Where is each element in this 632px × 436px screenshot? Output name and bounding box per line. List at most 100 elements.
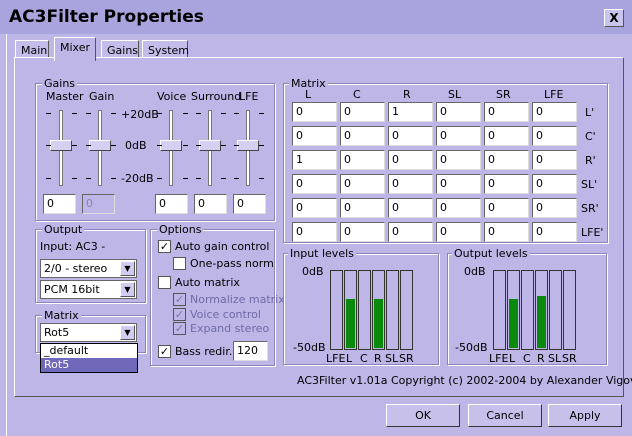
auto-matrix-label: Auto matrix	[175, 276, 240, 289]
tick	[111, 113, 116, 114]
matrix-cell[interactable]: 0	[532, 198, 577, 218]
matrix-cell[interactable]: 0	[292, 126, 337, 146]
output-mode-value: 2/0 - stereo	[44, 262, 108, 275]
matrix-cell[interactable]: 0	[292, 174, 337, 194]
matrix-cell[interactable]: 0	[436, 102, 481, 122]
bass-redir-frequency-field[interactable]: 120	[233, 341, 268, 361]
level-meter	[372, 270, 385, 350]
tab-mixer[interactable]: Mixer	[54, 37, 96, 61]
input-format-label: Input: AC3 -	[40, 240, 106, 253]
tick	[234, 145, 239, 146]
matrix-cell[interactable]: 1	[388, 102, 433, 122]
matrix-cell[interactable]: 0	[388, 198, 433, 218]
auto-matrix-checkbox[interactable]	[158, 276, 171, 289]
matrix-cell[interactable]: 0	[532, 174, 577, 194]
level-meter	[386, 270, 399, 350]
gain-slider-thumb[interactable]	[89, 140, 111, 151]
level-meter	[563, 270, 576, 350]
matrix-cell[interactable]: 0	[388, 222, 433, 242]
matrix-cell[interactable]: 0	[532, 102, 577, 122]
surround-label: Surround	[191, 90, 242, 103]
tick	[46, 113, 51, 114]
auto-gain-checkbox[interactable]: ✓	[158, 240, 171, 253]
tick	[86, 178, 91, 179]
chevron-down-icon[interactable]: ▼	[120, 325, 135, 340]
matrix-cell[interactable]: 0	[340, 198, 385, 218]
matrix-cell[interactable]: 0	[388, 150, 433, 170]
level-meter	[507, 270, 520, 350]
normalize-matrix-checkbox[interactable]: ✓	[173, 293, 186, 306]
surround-slider-thumb[interactable]	[199, 140, 221, 151]
matrix-cell[interactable]: 0	[532, 150, 577, 170]
matrix-cell[interactable]: 0	[484, 126, 529, 146]
dropdown-option-rot5[interactable]: Rot5	[41, 358, 137, 372]
matrix-cell[interactable]: 0	[436, 198, 481, 218]
level-meter	[549, 270, 562, 350]
matrix-cell[interactable]: 0	[292, 102, 337, 122]
lfe-label: LFE	[239, 90, 259, 103]
matrix-cell[interactable]: 0	[436, 150, 481, 170]
matrix-cell[interactable]: 0	[292, 198, 337, 218]
surround-gain-field[interactable]: 0	[194, 194, 227, 214]
expand-stereo-checkbox[interactable]: ✓	[173, 322, 186, 335]
lfe-slider-thumb[interactable]	[237, 140, 259, 151]
matrix-row-header: C'	[585, 130, 596, 143]
matrix-cell[interactable]: 0	[340, 126, 385, 146]
master-slider-thumb[interactable]	[50, 140, 72, 151]
one-pass-checkbox[interactable]	[173, 257, 186, 270]
close-button[interactable]: X	[604, 9, 624, 27]
matrix-preset-select[interactable]: Rot5 ▼	[40, 323, 137, 342]
voice-control-label: Voice control	[190, 308, 261, 321]
gains-group-label: Gains	[42, 77, 78, 90]
matrix-cell[interactable]: 0	[340, 222, 385, 242]
matrix-cell[interactable]: 0	[484, 102, 529, 122]
tick	[196, 178, 201, 179]
matrix-cell[interactable]: 0	[436, 222, 481, 242]
level-meter-fill	[374, 299, 383, 348]
bass-redir-label: Bass redir.	[175, 345, 233, 358]
tick	[72, 145, 77, 146]
gain-field[interactable]: 0	[82, 194, 115, 214]
matrix-cell[interactable]: 0	[436, 174, 481, 194]
cancel-button[interactable]: Cancel	[468, 404, 542, 427]
lfe-gain-field[interactable]: 0	[233, 194, 266, 214]
scale-0db: 0dB	[125, 139, 147, 152]
matrix-cell[interactable]: 0	[340, 102, 385, 122]
matrix-cell[interactable]: 0	[388, 174, 433, 194]
matrix-cell[interactable]: 0	[340, 150, 385, 170]
ok-button[interactable]: OK	[386, 404, 460, 427]
matrix-cell[interactable]: 0	[532, 222, 577, 242]
level-meter-label: SR	[562, 352, 577, 365]
chevron-down-icon[interactable]: ▼	[120, 261, 135, 276]
matrix-cell[interactable]: 0	[532, 126, 577, 146]
output-format-select[interactable]: PCM 16bit ▼	[40, 280, 137, 299]
copyright-text: AC3Filter v1.01a Copyright (c) 2002-2004…	[297, 374, 632, 387]
matrix-cell[interactable]: 0	[484, 150, 529, 170]
matrix-col-header: LFE	[544, 88, 564, 101]
voice-slider-thumb[interactable]	[160, 140, 182, 151]
master-gain-field[interactable]: 0	[43, 194, 76, 214]
matrix-cell[interactable]: 0	[484, 222, 529, 242]
matrix-cell[interactable]: 1	[292, 150, 337, 170]
bass-redir-checkbox[interactable]: ✓	[158, 345, 171, 358]
matrix-cell[interactable]: 0	[436, 126, 481, 146]
matrix-cell[interactable]: 0	[340, 174, 385, 194]
output-mode-select[interactable]: 2/0 - stereo ▼	[40, 259, 137, 278]
apply-button[interactable]: Apply	[548, 404, 622, 427]
matrix-cell[interactable]: 0	[292, 222, 337, 242]
output-format-value: PCM 16bit	[44, 283, 100, 296]
tick	[72, 113, 77, 114]
matrix-cell[interactable]: 0	[484, 174, 529, 194]
voice-gain-field[interactable]: 0	[155, 194, 188, 214]
level-meter-fill	[509, 299, 518, 348]
voice-control-checkbox[interactable]: ✓	[173, 308, 186, 321]
tick	[111, 178, 116, 179]
matrix-cell[interactable]: 0	[388, 126, 433, 146]
chevron-down-icon[interactable]: ▼	[120, 282, 135, 297]
normalize-matrix-label: Normalize matrix	[190, 293, 285, 306]
tick	[157, 178, 162, 179]
matrix-col-header: C	[353, 88, 361, 101]
dropdown-option-default[interactable]: _default	[41, 344, 137, 358]
matrix-cell[interactable]: 0	[484, 198, 529, 218]
level-meter-label: LFE	[326, 352, 346, 365]
